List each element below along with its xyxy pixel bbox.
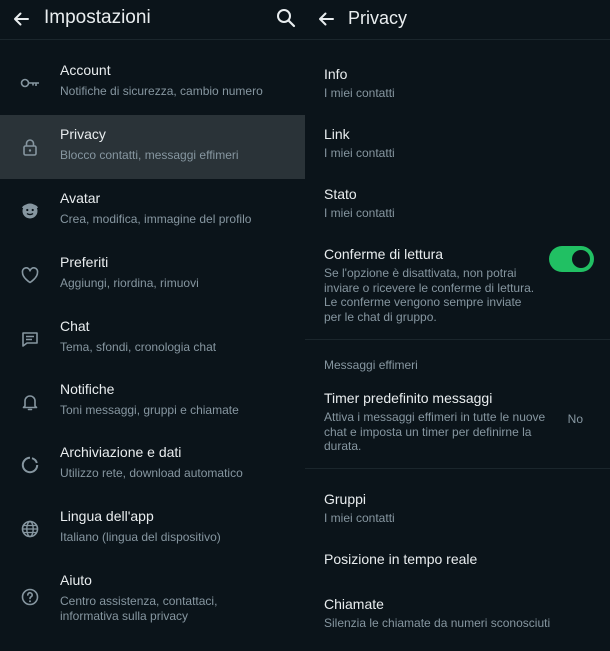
privacy-item-title: Timer predefinito messaggi	[324, 390, 493, 406]
settings-top-bar: Impostazioni	[0, 0, 305, 40]
settings-item-title: Aiuto	[60, 572, 92, 588]
settings-item-privacy[interactable]: Privacy Blocco contatti, messaggi effime…	[0, 115, 305, 179]
settings-item-chat[interactable]: Chat Tema, sfondi, cronologia chat	[0, 307, 305, 371]
settings-item-lingua[interactable]: Lingua dell'app Italiano (lingua del dis…	[0, 497, 305, 561]
help-icon	[19, 586, 41, 608]
divider	[305, 468, 610, 469]
settings-item-subtitle: Utilizzo rete, download automatico	[60, 466, 243, 480]
privacy-item-chiamate[interactable]: Chiamate Silenzia le chiamate da numeri …	[324, 596, 600, 631]
settings-item-title: Account	[60, 62, 111, 78]
key-icon	[19, 72, 41, 94]
settings-item-account[interactable]: Account Notifiche di sicurezza, cambio n…	[0, 51, 305, 115]
bell-icon	[19, 391, 41, 413]
privacy-item-live-location[interactable]: Posizione in tempo reale	[324, 551, 600, 567]
privacy-item-gruppi[interactable]: Gruppi I miei contatti	[324, 491, 600, 526]
settings-item-subtitle: Toni messaggi, gruppi e chiamate	[60, 403, 239, 417]
storage-icon	[19, 454, 41, 476]
lock-icon	[19, 136, 41, 158]
settings-item-subtitle: Crea, modifica, immagine del profilo	[60, 212, 252, 226]
privacy-item-subtitle: I miei contatti	[324, 511, 395, 525]
privacy-item-link[interactable]: Link I miei contatti	[324, 126, 600, 161]
read-receipts-toggle[interactable]	[549, 246, 594, 272]
search-icon[interactable]	[275, 7, 297, 29]
settings-title: Impostazioni	[44, 7, 151, 28]
avatar-icon	[19, 200, 41, 222]
privacy-item-title: Posizione in tempo reale	[324, 551, 478, 567]
settings-item-aiuto[interactable]: Aiuto Centro assistenza, contattaci, inf…	[0, 561, 305, 637]
back-arrow-icon[interactable]	[315, 8, 337, 30]
settings-item-title: Notifiche	[60, 381, 115, 397]
back-arrow-icon[interactable]	[10, 8, 32, 30]
settings-item-title: Privacy	[60, 126, 106, 142]
settings-item-title: Preferiti	[60, 254, 109, 270]
chat-icon	[19, 328, 41, 350]
settings-item-subtitle: Aggiungi, riordina, rimuovi	[60, 276, 199, 290]
settings-item-subtitle: Italiano (lingua del dispositivo)	[60, 530, 221, 544]
privacy-item-info[interactable]: Info I miei contatti	[324, 66, 600, 101]
privacy-item-subtitle: Se l'opzione è disattivata, non potrai i…	[324, 266, 535, 324]
settings-item-preferiti[interactable]: Preferiti Aggiungi, riordina, rimuovi	[0, 243, 305, 307]
heart-icon	[19, 264, 41, 286]
privacy-title: Privacy	[348, 8, 408, 28]
privacy-item-subtitle: I miei contatti	[324, 206, 395, 220]
privacy-item-subtitle: I miei contatti	[324, 86, 395, 100]
privacy-item-title: Link	[324, 126, 350, 142]
settings-item-archiviazione[interactable]: Archiviazione e dati Utilizzo rete, down…	[0, 433, 305, 497]
settings-item-title: Avatar	[60, 190, 101, 206]
settings-item-title: Lingua dell'app	[60, 508, 154, 524]
default-timer-value: No	[567, 412, 583, 426]
settings-item-avatar[interactable]: Avatar Crea, modifica, immagine del prof…	[0, 179, 305, 243]
settings-item-notifiche[interactable]: Notifiche Toni messaggi, gruppi e chiama…	[0, 370, 305, 434]
privacy-item-title: Info	[324, 66, 348, 82]
privacy-panel: Privacy Info I miei contatti Link I miei…	[305, 0, 610, 651]
privacy-item-subtitle: Attiva i messaggi effimeri in tutte le n…	[324, 410, 546, 453]
privacy-item-title: Stato	[324, 186, 357, 202]
settings-item-title: Archiviazione e dati	[60, 444, 182, 460]
privacy-item-read-receipts[interactable]: Conferme di lettura Se l'opzione è disat…	[324, 246, 540, 324]
settings-item-subtitle: Tema, sfondi, cronologia chat	[60, 340, 217, 354]
section-label-ephemeral: Messaggi effimeri	[324, 358, 418, 372]
settings-item-subtitle: Blocco contatti, messaggi effimeri	[60, 148, 239, 162]
app-screen: Impostazioni Account Notifiche di sicure…	[0, 0, 610, 651]
privacy-item-default-timer[interactable]: Timer predefinito messaggi Attiva i mess…	[324, 390, 550, 454]
divider	[305, 339, 610, 340]
privacy-top-bar: Privacy	[305, 0, 610, 40]
privacy-item-title: Conferme di lettura	[324, 246, 444, 262]
globe-icon	[19, 518, 41, 540]
toggle-knob	[572, 250, 590, 268]
privacy-item-subtitle: Silenzia le chiamate da numeri sconosciu…	[324, 616, 551, 630]
settings-item-subtitle: Centro assistenza, contattaci, informati…	[60, 594, 218, 623]
privacy-item-subtitle: I miei contatti	[324, 146, 395, 160]
settings-item-subtitle: Notifiche di sicurezza, cambio numero	[60, 84, 263, 98]
privacy-item-title: Gruppi	[324, 491, 367, 507]
settings-item-title: Chat	[60, 318, 90, 334]
privacy-item-title: Chiamate	[324, 596, 384, 612]
privacy-item-stato[interactable]: Stato I miei contatti	[324, 186, 600, 221]
settings-panel: Impostazioni Account Notifiche di sicure…	[0, 0, 305, 651]
